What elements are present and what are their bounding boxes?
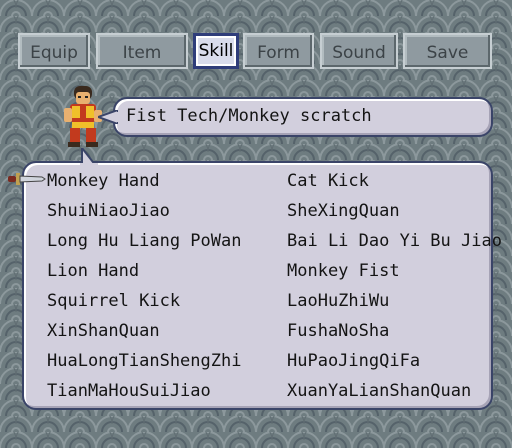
skill-item[interactable]: TianMaHouSuiJiao	[47, 381, 211, 401]
skill-item[interactable]: XinShanQuan	[47, 321, 160, 341]
skill-item[interactable]: Monkey Hand	[47, 171, 160, 191]
menu-save-button[interactable]: Save	[403, 33, 492, 69]
skill-item[interactable]: Bai Li Dao Yi Bu Jiao	[287, 231, 502, 251]
skill-list-bubble-tail	[80, 148, 98, 166]
skill-item[interactable]: HuaLongTianShengZhi	[47, 351, 241, 371]
skill-item[interactable]: Monkey Fist	[287, 261, 400, 281]
skill-item[interactable]: Lion Hand	[47, 261, 139, 281]
menu-sound-button[interactable]: Sound	[320, 33, 398, 69]
skill-item[interactable]: ShuiNiaoJiao	[47, 201, 170, 221]
skill-item[interactable]: LaoHuZhiWu	[287, 291, 389, 311]
menu-form-button[interactable]: Form	[243, 33, 314, 69]
description-bubble-tail	[98, 110, 118, 124]
skill-item[interactable]: Squirrel Kick	[47, 291, 180, 311]
skill-item[interactable]: Cat Kick	[287, 171, 369, 191]
menu-skill-button[interactable]: Skill	[193, 33, 239, 69]
sword-pointer-icon	[8, 173, 46, 185]
skill-list-panel	[22, 161, 493, 410]
skill-item[interactable]: XuanYaLianShanQuan	[287, 381, 471, 401]
skill-item[interactable]: SheXingQuan	[287, 201, 400, 221]
menu-item-button[interactable]: Item	[96, 33, 188, 69]
skill-item[interactable]: Long Hu Liang PoWan	[47, 231, 241, 251]
skill-item[interactable]: HuPaoJingQiFa	[287, 351, 420, 371]
skill-item[interactable]: FushaNoSha	[287, 321, 389, 341]
skill-description-text: Fist Tech/Monkey scratch	[126, 106, 372, 126]
menu-equip-button[interactable]: Equip	[18, 33, 90, 69]
